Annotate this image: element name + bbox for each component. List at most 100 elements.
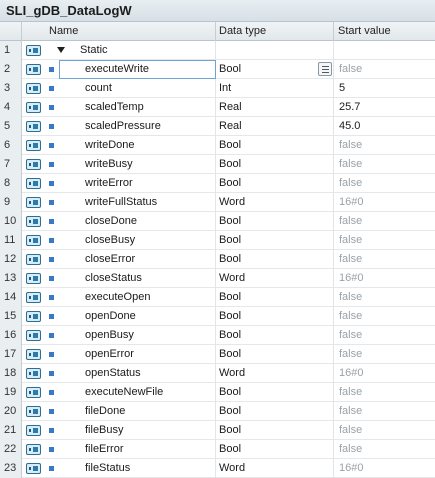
data-type-cell[interactable]: Bool — [216, 383, 334, 402]
data-type-cell[interactable]: Word — [216, 193, 334, 212]
start-value-cell[interactable]: false — [334, 136, 435, 155]
start-value-cell[interactable]: false — [334, 212, 435, 231]
data-type-cell[interactable]: Bool — [216, 421, 334, 440]
start-value-cell[interactable]: 16#0 — [334, 269, 435, 288]
table-row[interactable]: 21 fileBusy Bool false — [0, 421, 435, 440]
member-name-cell[interactable]: writeDone — [59, 136, 216, 155]
member-name-cell[interactable]: fileError — [59, 440, 216, 459]
data-type-cell[interactable]: Real — [216, 117, 334, 136]
row-number: 13 — [0, 269, 22, 288]
table-row[interactable]: 19 executeNewFile Bool false — [0, 383, 435, 402]
member-name-cell[interactable]: fileDone — [59, 402, 216, 421]
table-row[interactable]: 12 closeError Bool false — [0, 250, 435, 269]
start-value-cell[interactable]: 25.7 — [334, 98, 435, 117]
member-name-cell[interactable]: fileStatus — [59, 459, 216, 478]
member-name-cell[interactable]: executeWrite — [59, 60, 216, 79]
member-name-cell[interactable]: closeBusy — [59, 231, 216, 250]
table-row[interactable]: 10 closeDone Bool false — [0, 212, 435, 231]
member-name-cell[interactable]: closeError — [59, 250, 216, 269]
start-value-cell[interactable]: 16#0 — [334, 193, 435, 212]
header-data-type[interactable]: Data type — [216, 22, 334, 41]
start-value-cell[interactable]: false — [334, 250, 435, 269]
table-row[interactable]: 2 executeWrite Bool false — [0, 60, 435, 79]
row-number: 23 — [0, 459, 22, 478]
start-value-cell[interactable]: false — [334, 307, 435, 326]
data-type-cell[interactable]: Bool — [216, 60, 334, 79]
member-name-cell[interactable]: scaledPressure — [59, 117, 216, 136]
db-interface-icon — [22, 174, 45, 193]
expand-triangle-icon[interactable] — [57, 47, 65, 53]
start-value-cell[interactable]: 45.0 — [334, 117, 435, 136]
member-name-cell[interactable]: openBusy — [59, 326, 216, 345]
member-name-cell[interactable]: closeStatus — [59, 269, 216, 288]
data-type-cell[interactable]: Bool — [216, 212, 334, 231]
data-type-cell[interactable]: Bool — [216, 288, 334, 307]
table-row[interactable]: 17 openError Bool false — [0, 345, 435, 364]
data-type-cell[interactable]: Word — [216, 459, 334, 478]
datatype-dropdown-icon[interactable] — [318, 62, 332, 76]
start-value-cell[interactable]: 5 — [334, 79, 435, 98]
member-name-cell[interactable]: executeOpen — [59, 288, 216, 307]
data-type-cell[interactable]: Bool — [216, 307, 334, 326]
member-name-cell[interactable]: closeDone — [59, 212, 216, 231]
data-type-cell[interactable]: Bool — [216, 326, 334, 345]
data-type-cell[interactable]: Bool — [216, 440, 334, 459]
section-row-static[interactable]: 1 Static — [0, 41, 435, 60]
start-value-cell[interactable]: false — [334, 440, 435, 459]
header-start-value[interactable]: Start value — [334, 22, 435, 41]
data-type-cell[interactable]: Bool — [216, 155, 334, 174]
table-row[interactable]: 7 writeBusy Bool false — [0, 155, 435, 174]
table-row[interactable]: 20 fileDone Bool false — [0, 402, 435, 421]
data-type-cell[interactable]: Word — [216, 269, 334, 288]
table-row[interactable]: 8 writeError Bool false — [0, 174, 435, 193]
member-name-cell[interactable]: openStatus — [59, 364, 216, 383]
data-type-cell[interactable]: Bool — [216, 231, 334, 250]
data-type-cell[interactable]: Bool — [216, 174, 334, 193]
member-name-cell[interactable]: writeError — [59, 174, 216, 193]
member-square-icon — [45, 383, 59, 402]
data-type-cell[interactable]: Bool — [216, 136, 334, 155]
member-name-cell[interactable]: count — [59, 79, 216, 98]
start-value-cell[interactable]: false — [334, 345, 435, 364]
member-name-cell[interactable]: openError — [59, 345, 216, 364]
member-name-cell[interactable]: executeNewFile — [59, 383, 216, 402]
data-type-cell[interactable]: Int — [216, 79, 334, 98]
table-row[interactable]: 14 executeOpen Bool false — [0, 288, 435, 307]
member-name-cell[interactable]: scaledTemp — [59, 98, 216, 117]
table-row[interactable]: 11 closeBusy Bool false — [0, 231, 435, 250]
table-row[interactable]: 18 openStatus Word 16#0 — [0, 364, 435, 383]
data-type-cell[interactable]: Bool — [216, 402, 334, 421]
table-row[interactable]: 4 scaledTemp Real 25.7 — [0, 98, 435, 117]
table-row[interactable]: 16 openBusy Bool false — [0, 326, 435, 345]
table-row[interactable]: 6 writeDone Bool false — [0, 136, 435, 155]
data-type-cell[interactable]: Bool — [216, 250, 334, 269]
start-value-cell[interactable]: false — [334, 231, 435, 250]
start-value-cell[interactable]: false — [334, 421, 435, 440]
table-row[interactable]: 15 openDone Bool false — [0, 307, 435, 326]
table-row[interactable]: 23 fileStatus Word 16#0 — [0, 459, 435, 478]
start-value-cell[interactable]: false — [334, 402, 435, 421]
member-name-cell[interactable]: writeFullStatus — [59, 193, 216, 212]
table-row[interactable]: 13 closeStatus Word 16#0 — [0, 269, 435, 288]
start-value-cell[interactable]: false — [334, 383, 435, 402]
table-row[interactable]: 22 fileError Bool false — [0, 440, 435, 459]
table-row[interactable]: 5 scaledPressure Real 45.0 — [0, 117, 435, 136]
start-value-cell[interactable]: false — [334, 174, 435, 193]
start-value-cell[interactable]: false — [334, 326, 435, 345]
member-name-cell[interactable]: openDone — [59, 307, 216, 326]
data-type-cell[interactable]: Real — [216, 98, 334, 117]
member-name-cell[interactable]: writeBusy — [59, 155, 216, 174]
data-type-cell[interactable]: Bool — [216, 345, 334, 364]
member-square-icon — [45, 174, 59, 193]
section-name[interactable]: Static — [57, 41, 216, 60]
data-type-cell[interactable]: Word — [216, 364, 334, 383]
start-value-cell[interactable]: false — [334, 60, 435, 79]
start-value-cell[interactable]: 16#0 — [334, 364, 435, 383]
start-value-cell[interactable]: false — [334, 288, 435, 307]
start-value-cell[interactable]: false — [334, 155, 435, 174]
start-value-cell[interactable]: 16#0 — [334, 459, 435, 478]
member-name-cell[interactable]: fileBusy — [59, 421, 216, 440]
header-name[interactable]: Name — [45, 22, 216, 41]
table-row[interactable]: 9 writeFullStatus Word 16#0 — [0, 193, 435, 212]
table-row[interactable]: 3 count Int 5 — [0, 79, 435, 98]
